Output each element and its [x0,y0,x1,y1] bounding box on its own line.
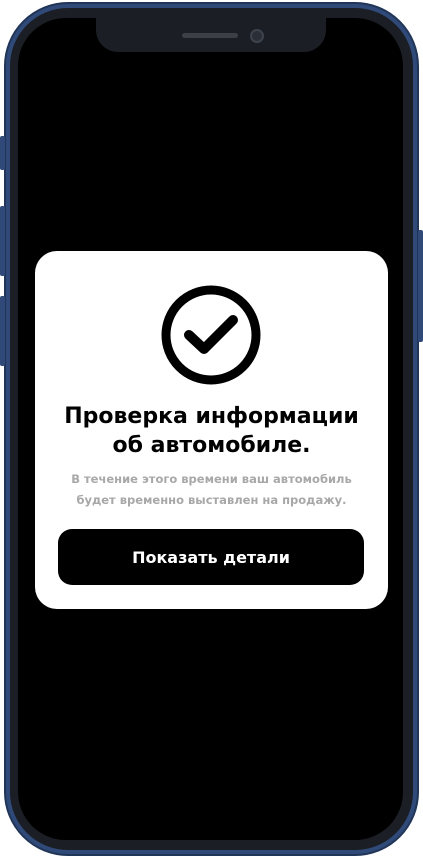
speaker-grille [182,33,238,38]
front-camera [250,29,264,43]
dialog-subtitle: В течение этого времени ваш автомобиль б… [35,469,388,511]
dialog-title-line-1: Проверка информации [64,404,359,429]
dialog-subtitle-line-2: будет временно выставлен на продажу. [76,493,347,507]
side-button-volume-up [0,206,5,276]
dialog-title-line-2: об автомобиле. [112,433,311,458]
side-button-volume-down [0,296,5,366]
show-details-button[interactable]: Показать детали [58,529,364,585]
side-button-silent [0,136,5,170]
confirmation-dialog: Проверка информации об автомобиле. В теч… [35,251,388,609]
dialog-title: Проверка информации об автомобиле. [35,402,388,460]
check-circle-icon [161,285,261,385]
side-button-power [418,230,423,342]
dialog-subtitle-line-1: В течение этого времени ваш автомобиль [71,472,352,486]
